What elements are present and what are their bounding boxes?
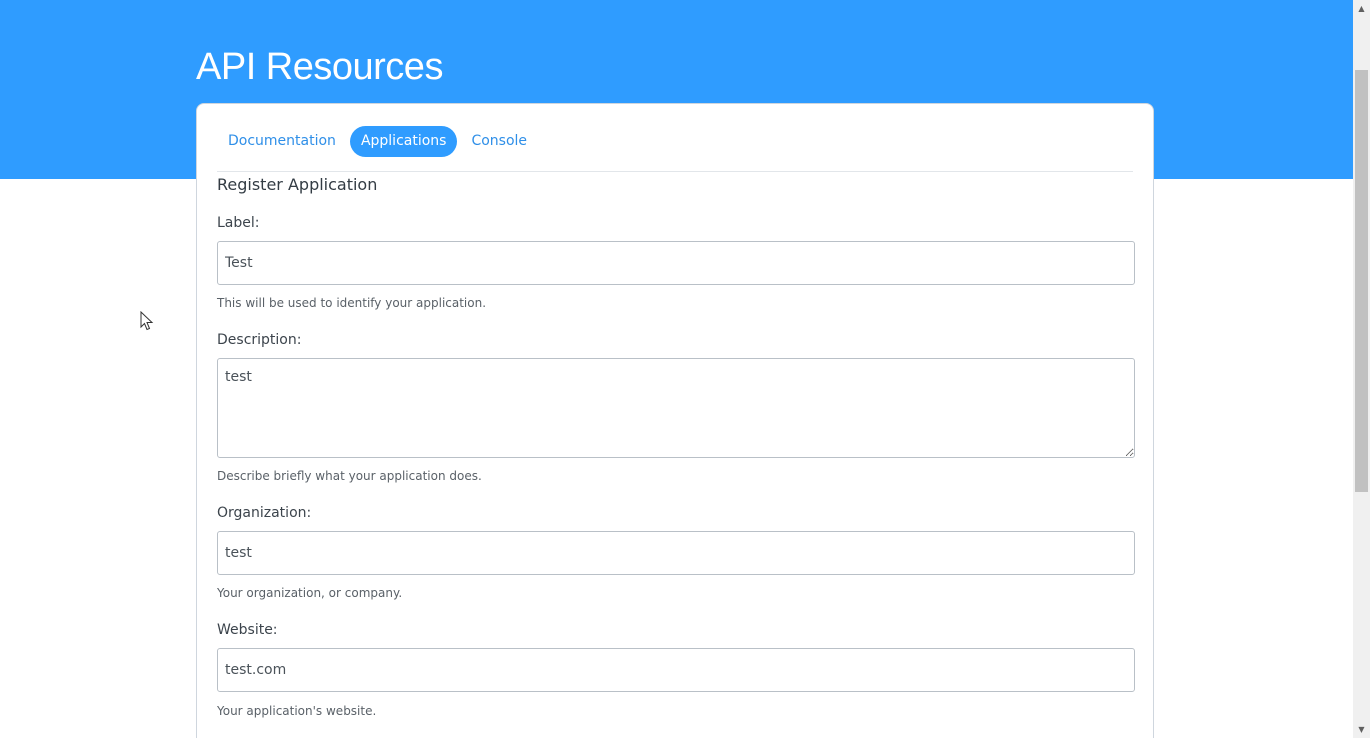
label-help-text: This will be used to identify your appli… xyxy=(217,296,487,310)
description-textarea[interactable]: test xyxy=(217,358,1135,458)
tab-console[interactable]: Console xyxy=(460,126,538,157)
label-input[interactable] xyxy=(217,241,1135,285)
mouse-pointer-icon xyxy=(140,311,154,331)
website-help-text: Your application's website. xyxy=(217,704,377,718)
scroll-up-arrow-icon[interactable]: ▲ xyxy=(1353,0,1370,17)
organization-field-label: Organization: xyxy=(217,505,312,521)
section-title: Register Application xyxy=(217,175,378,194)
organization-help-text: Your organization, or company. xyxy=(217,586,403,600)
organization-input[interactable] xyxy=(217,531,1135,575)
tab-documentation[interactable]: Documentation xyxy=(217,126,347,157)
website-field-label: Website: xyxy=(217,622,278,638)
tab-applications[interactable]: Applications xyxy=(349,126,458,157)
scrollbar-thumb[interactable] xyxy=(1355,70,1368,492)
tab-divider xyxy=(217,171,1133,172)
page: API Resources Documentation Applications… xyxy=(0,0,1353,738)
applications-card: Documentation Applications Console Regis… xyxy=(196,103,1154,738)
tab-bar: Documentation Applications Console xyxy=(217,126,541,157)
label-field-label: Label: xyxy=(217,215,260,231)
description-field-label: Description: xyxy=(217,332,302,348)
vertical-scrollbar[interactable]: ▲ ▼ xyxy=(1353,0,1370,738)
description-help-text: Describe briefly what your application d… xyxy=(217,469,482,483)
scroll-down-arrow-icon[interactable]: ▼ xyxy=(1353,721,1370,738)
page-title: API Resources xyxy=(196,46,443,88)
website-input[interactable] xyxy=(217,648,1135,692)
